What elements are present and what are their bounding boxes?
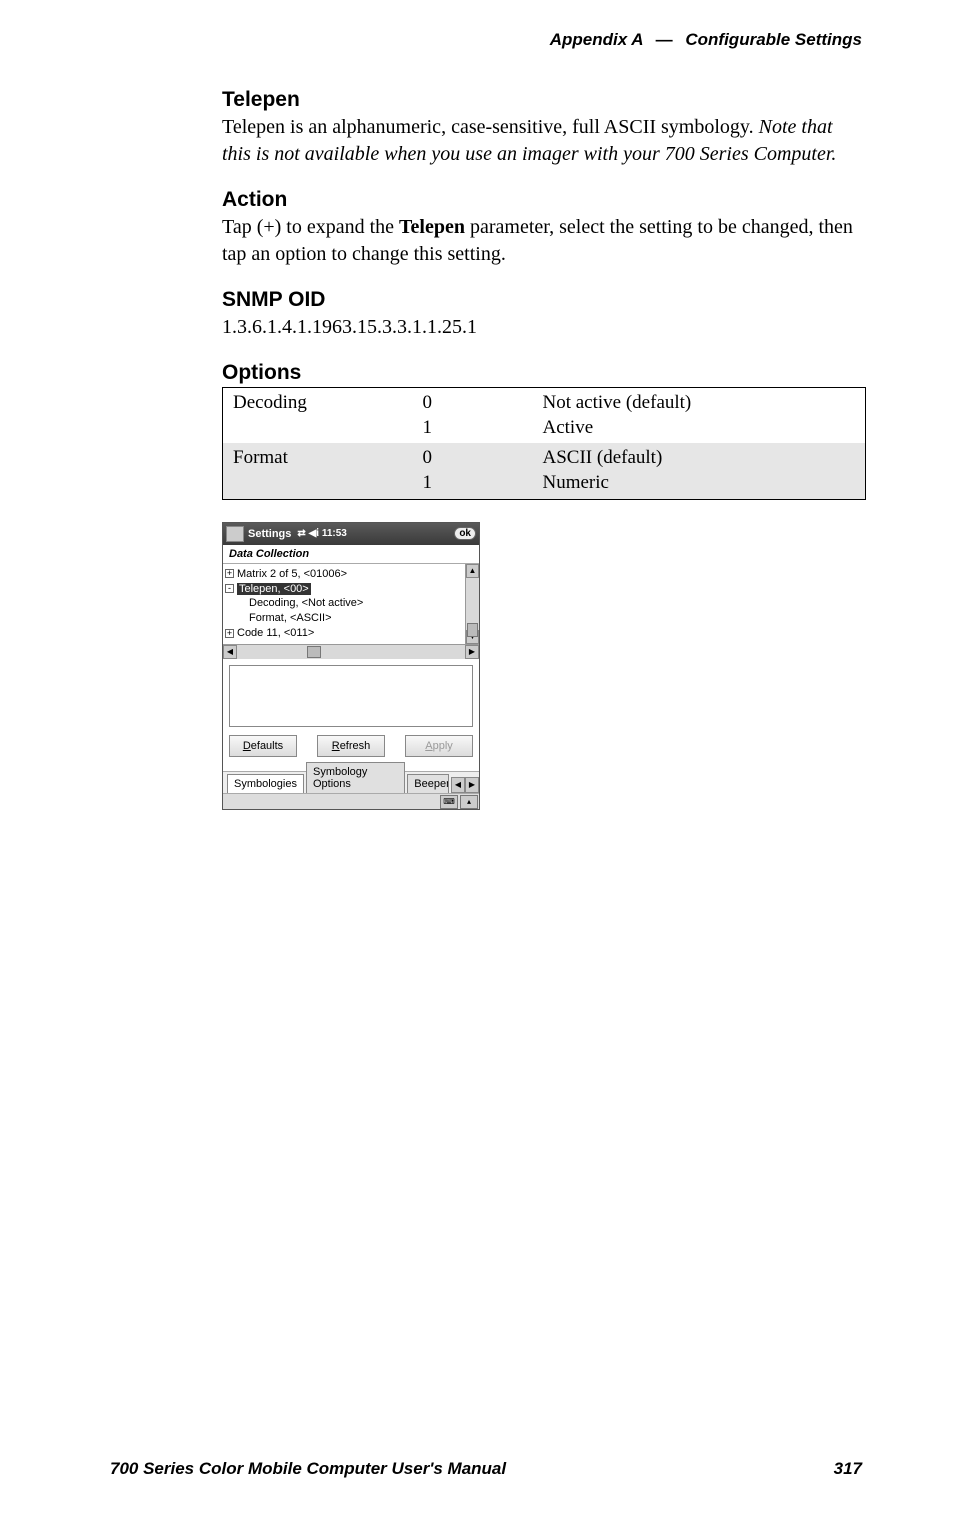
keyboard-icon[interactable]: ⌨ <box>440 795 458 809</box>
tree-label: Format, <ASCII> <box>249 612 332 624</box>
desc0: ASCII (default) <box>543 447 663 468</box>
tab-nav-left[interactable]: ◀ <box>451 777 465 793</box>
scroll-thumb[interactable] <box>307 646 321 658</box>
section-action: Action Tap (+) to expand the Telepen par… <box>222 188 866 268</box>
telepen-body: Telepen is an alphanumeric, case-sensiti… <box>222 114 866 168</box>
tree-item-format[interactable]: Format, <ASCII> <box>225 611 463 626</box>
heading-action: Action <box>222 188 866 212</box>
expand-icon[interactable]: + <box>225 629 234 638</box>
tree-label: Telepen, <00> <box>237 583 311 595</box>
tree-label: Decoding, <Not active> <box>249 597 363 609</box>
num0: 0 <box>423 392 433 413</box>
cell-name: Decoding <box>223 388 413 444</box>
cell-name: Format <box>223 443 413 499</box>
expand-icon[interactable]: + <box>225 569 234 578</box>
section-snmp: SNMP OID 1.3.6.1.4.1.1963.15.3.3.1.1.25.… <box>222 288 866 341</box>
applet-title: Data Collection <box>223 545 479 564</box>
clock-text: 11:53 <box>322 528 347 539</box>
desc0: Not active (default) <box>543 392 692 413</box>
tree-item-matrix[interactable]: +Matrix 2 of 5, <01006> <box>225 567 463 582</box>
cell-desc: ASCII (default) Numeric <box>533 443 866 499</box>
scroll-track[interactable] <box>466 578 479 630</box>
desc1: Active <box>543 417 594 438</box>
scroll-up-button[interactable]: ▲ <box>466 564 479 578</box>
mnemonic: R <box>332 740 340 752</box>
defaults-button[interactable]: Defaults <box>229 735 297 757</box>
window-titlebar: Settings ⇄ ◀ἰ 11:53 ok <box>223 523 479 545</box>
vertical-scrollbar[interactable]: ▲ ▼ <box>465 564 479 644</box>
settings-screenshot: Settings ⇄ ◀ἰ 11:53 ok Data Collection +… <box>222 522 480 810</box>
scroll-left-button[interactable]: ◀ <box>223 645 237 659</box>
refresh-button[interactable]: Refresh <box>317 735 385 757</box>
manual-title: 700 Series Color Mobile Computer User's … <box>110 1459 506 1479</box>
page-body: Telepen Telepen is an alphanumeric, case… <box>222 80 866 810</box>
status-icons: ⇄ ◀ἰ 11:53 <box>297 528 346 539</box>
tree-item-telepen[interactable]: -Telepen, <00> <box>225 582 463 597</box>
tree-item-code11[interactable]: +Code 11, <011> <box>225 626 463 641</box>
apply-button: Apply <box>405 735 473 757</box>
header-appendix: Appendix A <box>550 30 643 49</box>
scroll-right-button[interactable]: ▶ <box>465 645 479 659</box>
cell-num: 0 1 <box>413 443 533 499</box>
settings-tree[interactable]: +Matrix 2 of 5, <01006> -Telepen, <00> D… <box>223 564 465 644</box>
tab-nav-right[interactable]: ▶ <box>465 777 479 793</box>
section-telepen: Telepen Telepen is an alphanumeric, case… <box>222 88 866 168</box>
header-sep: — <box>648 30 681 49</box>
num1: 1 <box>423 472 433 493</box>
action-body: Tap (+) to expand the Telepen parameter,… <box>222 214 866 268</box>
telepen-body-plain: Telepen is an alphanumeric, case-sensiti… <box>222 116 759 138</box>
mnemonic: A <box>425 740 432 752</box>
cell-desc: Not active (default) Active <box>533 388 866 444</box>
horizontal-scrollbar[interactable]: ◀ ▶ <box>223 644 479 659</box>
header-title: Configurable Settings <box>685 30 862 49</box>
sip-arrow-icon[interactable]: ▴ <box>460 795 478 809</box>
ok-button[interactable]: ok <box>454 527 476 540</box>
table-row: Format 0 1 ASCII (default) Numeric <box>223 443 866 499</box>
collapse-icon[interactable]: - <box>225 584 234 593</box>
button-label: pply <box>433 740 453 752</box>
options-table: Decoding 0 1 Not active (default) Active… <box>222 387 866 500</box>
running-header: Appendix A — Configurable Settings <box>550 30 862 50</box>
tree-label: Code 11, <011> <box>237 627 314 639</box>
heading-options: Options <box>222 361 866 385</box>
start-menu-icon[interactable] <box>226 526 244 542</box>
tab-nav: ◀ ▶ <box>451 777 479 793</box>
button-label: efresh <box>340 740 371 752</box>
tab-row: Symbologies Symbology Options Beeper ◀ ▶ <box>223 771 479 793</box>
action-bold: Telepen <box>399 216 465 238</box>
heading-telepen: Telepen <box>222 88 866 112</box>
tab-symbology-options[interactable]: Symbology Options <box>306 762 405 793</box>
tree-item-decoding[interactable]: Decoding, <Not active> <box>225 596 463 611</box>
tree-label: Matrix 2 of 5, <01006> <box>237 568 347 580</box>
table-row: Decoding 0 1 Not active (default) Active <box>223 388 866 444</box>
num0: 0 <box>423 447 433 468</box>
value-editor-panel[interactable] <box>229 665 473 727</box>
scroll-track[interactable] <box>237 645 465 659</box>
num1: 1 <box>423 417 433 438</box>
tree-area: +Matrix 2 of 5, <01006> -Telepen, <00> D… <box>223 564 479 644</box>
tab-beeper[interactable]: Beeper <box>407 774 449 793</box>
snmp-value: 1.3.6.1.4.1.1963.15.3.3.1.1.25.1 <box>222 314 866 341</box>
action-pre: Tap (+) to expand the <box>222 216 399 238</box>
section-options: Options Decoding 0 1 Not active (default… <box>222 361 866 500</box>
page-number: 317 <box>834 1459 862 1479</box>
mnemonic: D <box>243 740 251 752</box>
page-footer: 700 Series Color Mobile Computer User's … <box>110 1459 862 1479</box>
scroll-thumb[interactable] <box>467 623 478 637</box>
desc1: Numeric <box>543 472 609 493</box>
heading-snmp: SNMP OID <box>222 288 866 312</box>
tab-symbologies[interactable]: Symbologies <box>227 774 304 793</box>
window-title: Settings <box>248 528 291 540</box>
button-label: efaults <box>251 740 283 752</box>
sip-row: ⌨ ▴ <box>223 793 479 809</box>
cell-num: 0 1 <box>413 388 533 444</box>
